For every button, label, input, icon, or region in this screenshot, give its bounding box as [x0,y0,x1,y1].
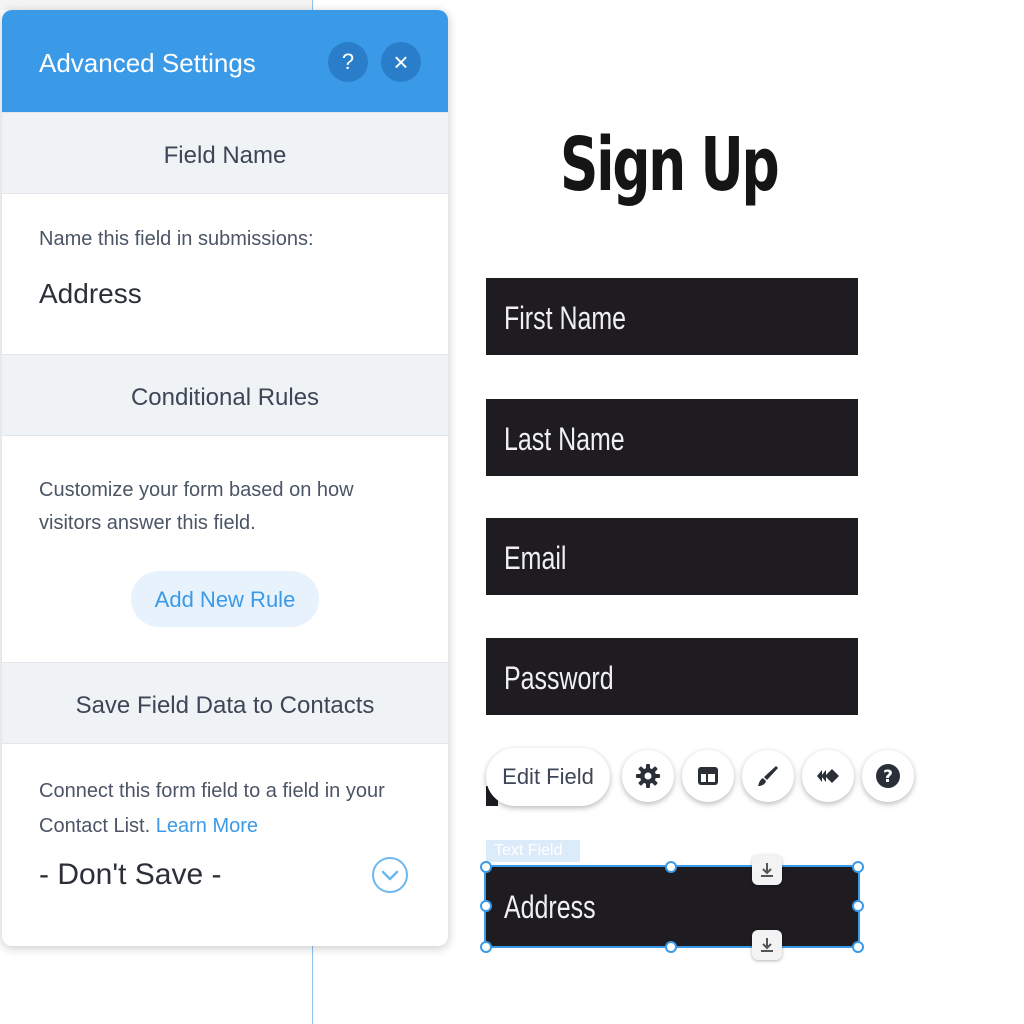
save-to-contacts-heading: Save Field Data to Contacts [2,662,448,744]
field-placeholder: Email [504,540,567,576]
help-icon: ? [876,764,900,788]
last-name-field[interactable]: Last Name [486,399,858,476]
password-field[interactable]: Password [486,638,858,715]
edit-field-button[interactable]: Edit Field [486,748,610,806]
learn-more-link[interactable]: Learn More [156,815,258,837]
question-icon: ? [341,49,355,74]
panel-header: Advanced Settings ? × [2,10,448,112]
form-title: Sign Up [560,122,780,208]
advanced-settings-panel: Advanced Settings ? × Field Name Name th… [2,10,448,946]
help-button[interactable]: ? [328,42,368,82]
animation-icon [817,769,839,783]
resize-handle-left[interactable] [480,900,492,912]
close-button[interactable]: × [381,42,421,82]
stretch-top-button[interactable] [752,855,782,885]
resize-handle-top-right[interactable] [852,861,864,873]
address-field-selected[interactable]: Address [484,865,860,948]
svg-text:?: ? [883,767,893,787]
resize-handle-bottom[interactable] [665,941,677,953]
conditional-rules-description: Customize your form based on how visitor… [39,479,354,534]
chevron-down-icon[interactable] [372,857,408,893]
animation-button[interactable] [802,750,854,802]
layout-icon [698,767,718,785]
design-button[interactable] [742,750,794,802]
save-to-contacts-description: Connect this form field to a field in yo… [39,774,399,844]
field-placeholder: Address [504,889,596,925]
field-placeholder: First Name [504,300,627,336]
stretch-bottom-button[interactable] [752,930,782,960]
contact-field-dropdown[interactable]: - Don't Save - [39,858,221,892]
resize-handle-top[interactable] [665,861,677,873]
email-field[interactable]: Email [486,518,858,595]
field-name-heading: Field Name [2,112,448,194]
layout-button[interactable] [682,750,734,802]
first-name-field[interactable]: First Name [486,278,858,355]
download-arrow-icon [761,863,773,877]
conditional-rules-section: Customize your form based on how visitor… [2,436,448,662]
conditional-rules-heading: Conditional Rules [2,354,448,436]
download-arrow-icon [761,938,773,952]
help-toolbar-button[interactable]: ? [862,750,914,802]
add-new-rule-button[interactable]: Add New Rule [131,571,319,627]
resize-handle-right[interactable] [852,900,864,912]
brush-icon [758,766,778,786]
field-name-label: Name this field in submissions: [39,228,314,250]
field-placeholder: Password [504,660,614,696]
resize-handle-bottom-left[interactable] [480,941,492,953]
field-placeholder: Last Name [504,421,625,457]
close-icon: × [393,47,409,77]
element-type-tag: Text Field [486,840,580,862]
editor-top-strip [0,0,312,10]
field-name-input[interactable]: Address [39,278,142,310]
resize-handle-top-left[interactable] [480,861,492,873]
panel-title: Advanced Settings [39,48,256,78]
save-to-contacts-section: Connect this form field to a field in yo… [2,744,448,946]
resize-handle-bottom-right[interactable] [852,941,864,953]
settings-button[interactable] [622,750,674,802]
gear-icon [636,764,660,788]
field-name-section: Name this field in submissions: Address [2,194,448,354]
